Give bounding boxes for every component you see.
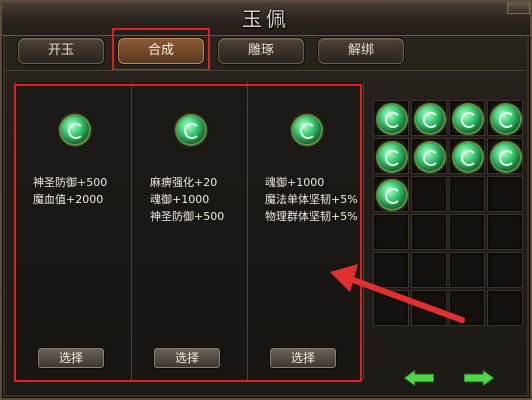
- tab-annotation-box: [112, 28, 210, 71]
- jade-pendant-icon: [416, 143, 444, 171]
- jade-pendant-icon: [378, 181, 406, 209]
- panels-annotation-box: [14, 84, 362, 382]
- inventory-grid: [373, 100, 525, 364]
- tab-carve[interactable]: 雕琢: [218, 38, 304, 64]
- inventory-slot[interactable]: [449, 176, 485, 212]
- inventory-slot[interactable]: [487, 214, 523, 250]
- inventory-slot[interactable]: [449, 100, 485, 136]
- tab-divider: [4, 70, 526, 71]
- inventory-slot[interactable]: [487, 290, 523, 326]
- inventory-slot[interactable]: [411, 138, 447, 174]
- jade-pendant-icon: [454, 143, 482, 171]
- inventory-slot[interactable]: [449, 290, 485, 326]
- inventory-slot[interactable]: [411, 214, 447, 250]
- jade-pendant-icon: [454, 105, 482, 133]
- inventory-slot[interactable]: [449, 214, 485, 250]
- inventory-slot[interactable]: [373, 252, 409, 288]
- jade-pendant-icon: [378, 105, 406, 133]
- inventory-slot[interactable]: [449, 252, 485, 288]
- inventory-slot[interactable]: [411, 252, 447, 288]
- title-bar: 玉佩: [2, 2, 530, 36]
- inventory-slot[interactable]: [487, 138, 523, 174]
- close-button[interactable]: [507, 2, 530, 14]
- window-title: 玉佩: [242, 7, 290, 31]
- inventory-slot[interactable]: [373, 176, 409, 212]
- inventory-slot[interactable]: [449, 138, 485, 174]
- tab-open-jade[interactable]: 开玉: [18, 38, 104, 64]
- inventory-slot[interactable]: [411, 290, 447, 326]
- green-left-arrow-icon[interactable]: [404, 370, 434, 386]
- jade-pendant-icon: [492, 143, 520, 171]
- inventory-slot[interactable]: [373, 290, 409, 326]
- jade-pendant-icon: [378, 143, 406, 171]
- inventory-slot[interactable]: [487, 252, 523, 288]
- jade-pendant-icon: [416, 105, 444, 133]
- inventory-slot[interactable]: [373, 100, 409, 136]
- jade-pendant-icon: [492, 105, 520, 133]
- tab-unbind[interactable]: 解绑: [318, 38, 404, 64]
- inventory-slot[interactable]: [487, 100, 523, 136]
- inventory-slot[interactable]: [411, 176, 447, 212]
- green-right-arrow-icon[interactable]: [464, 370, 494, 386]
- inventory-slot[interactable]: [373, 214, 409, 250]
- inventory-slot[interactable]: [411, 100, 447, 136]
- inventory-slot[interactable]: [487, 176, 523, 212]
- inventory-slot[interactable]: [373, 138, 409, 174]
